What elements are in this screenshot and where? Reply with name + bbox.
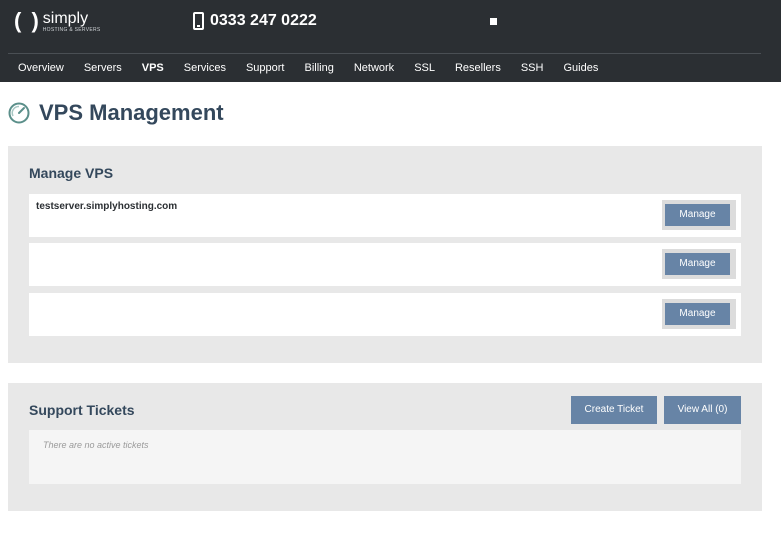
- simply-logo[interactable]: ( ) simply HOSTING & SERVERS: [14, 10, 101, 40]
- page-title: VPS Management: [39, 100, 224, 125]
- vps-row: Manage: [29, 243, 741, 286]
- logo-tagline: HOSTING & SERVERS: [42, 27, 101, 33]
- logo-name: simply: [42, 10, 89, 27]
- manage-button[interactable]: Manage: [665, 253, 730, 275]
- nav-item-services[interactable]: Services: [174, 54, 236, 82]
- support-tickets-panel: Support Tickets Create Ticket View All (…: [8, 383, 762, 511]
- mobile-phone-icon: [193, 12, 204, 30]
- top-bar: ( ) simply HOSTING & SERVERS 0333 247 02…: [0, 0, 781, 82]
- vps-hostname: testserver.simplyhosting.com: [36, 201, 178, 212]
- manage-button[interactable]: Manage: [665, 303, 730, 325]
- nav-item-ssh[interactable]: SSH: [511, 54, 554, 82]
- manage-button-frame: Manage: [662, 249, 736, 279]
- vps-row: testserver.simplyhosting.com Manage: [29, 194, 741, 237]
- nav-item-support[interactable]: Support: [236, 54, 295, 82]
- main-nav: Overview Servers VPS Services Support Bi…: [8, 54, 608, 82]
- manage-button-frame: Manage: [662, 200, 736, 230]
- view-all-tickets-button[interactable]: View All (0): [664, 396, 741, 424]
- nav-item-vps[interactable]: VPS: [132, 54, 174, 82]
- manage-vps-title: Manage VPS: [29, 165, 114, 181]
- nav-item-billing[interactable]: Billing: [294, 54, 343, 82]
- support-tickets-title: Support Tickets: [29, 402, 135, 418]
- vps-row: Manage: [29, 293, 741, 336]
- logo-text: simply HOSTING & SERVERS: [43, 10, 101, 34]
- phone-contact: 0333 247 0222: [193, 11, 317, 31]
- manage-button-frame: Manage: [662, 299, 736, 329]
- phone-number: 0333 247 0222: [210, 12, 317, 29]
- nav-item-servers[interactable]: Servers: [74, 54, 132, 82]
- square-icon: [490, 18, 497, 25]
- nav-item-resellers[interactable]: Resellers: [445, 54, 511, 82]
- manage-vps-panel: Manage VPS testserver.simplyhosting.com …: [8, 146, 762, 363]
- page-header: VPS Management: [8, 100, 224, 126]
- manage-button[interactable]: Manage: [665, 204, 730, 226]
- nav-item-guides[interactable]: Guides: [553, 54, 608, 82]
- nav-item-overview[interactable]: Overview: [8, 54, 74, 82]
- create-ticket-button[interactable]: Create Ticket: [571, 396, 657, 424]
- logo-mark: ( ): [14, 8, 41, 33]
- gauge-icon: [8, 102, 30, 124]
- no-tickets-message: There are no active tickets: [43, 440, 149, 450]
- nav-item-ssl[interactable]: SSL: [404, 54, 445, 82]
- tickets-list: There are no active tickets: [29, 430, 741, 484]
- nav-item-network[interactable]: Network: [344, 54, 404, 82]
